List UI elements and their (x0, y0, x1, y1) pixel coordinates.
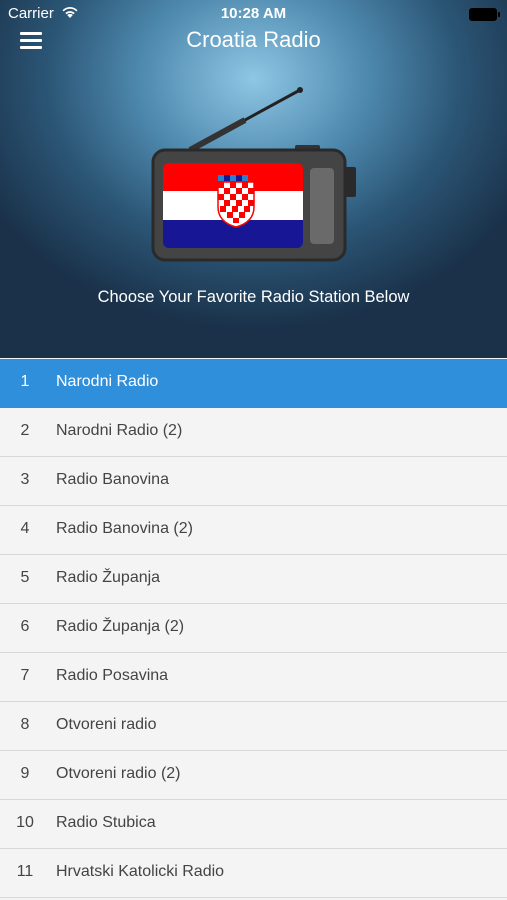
station-row[interactable]: 3 Radio Banovina (0, 457, 507, 506)
station-name: Hrvatski Katolicki Radio (56, 863, 225, 880)
station-name: Otvoreni radio (2) (56, 765, 181, 782)
station-row[interactable]: 1 Narodni Radio (0, 359, 507, 408)
header: Carrier 10:28 AM Croatia Radio Choose Yo… (0, 0, 507, 358)
station-number: 5 (20, 569, 30, 586)
station-name: Otvoreni radio (56, 716, 157, 733)
clock: 10:28 AM (220, 5, 287, 22)
station-name: Radio Stubica (56, 814, 156, 831)
station-row[interactable]: 7 Radio Posavina (0, 653, 507, 702)
battery-icon (469, 8, 500, 21)
station-name: Radio Županja (56, 569, 161, 586)
station-name: Radio Posavina (56, 667, 169, 684)
station-row[interactable]: 2 Narodni Radio (2) (0, 408, 507, 457)
page-title: Croatia Radio (186, 27, 321, 52)
station-row[interactable]: 11 Hrvatski Katolicki Radio (0, 849, 507, 898)
station-number: 6 (20, 618, 30, 635)
station-name: Narodni Radio (56, 373, 159, 390)
status-bar: Carrier 10:28 AM (0, 0, 507, 28)
station-row[interactable]: 4 Radio Banovina (2) (0, 506, 507, 555)
station-number: 3 (20, 471, 30, 488)
station-list: 1 Narodni Radio 2 Narodni Radio (2) 3 Radio B… (0, 359, 507, 898)
station-number: 9 (20, 765, 30, 782)
station-number: 7 (20, 667, 30, 684)
subtitle: Choose Your Favorite Radio Station Below (97, 288, 410, 306)
station-number: 10 (16, 814, 34, 831)
station-row[interactable]: 8 Otvoreni radio (0, 702, 507, 751)
station-number: 1 (20, 373, 30, 390)
station-name: Narodni Radio (2) (56, 422, 183, 439)
station-number: 11 (16, 863, 34, 880)
station-number: 4 (20, 520, 30, 537)
station-number: 2 (20, 422, 30, 439)
station-row[interactable]: 6 Radio Županja (2) (0, 604, 507, 653)
croatia-flag (163, 163, 303, 248)
station-number: 8 (20, 716, 30, 733)
station-row[interactable]: 5 Radio Županja (0, 555, 507, 604)
station-name: Radio Banovina (56, 471, 169, 488)
station-row[interactable]: 10 Radio Stubica (0, 800, 507, 849)
station-name: Radio Banovina (2) (56, 520, 193, 537)
coat-of-arms-icon (217, 175, 255, 228)
station-row[interactable]: 9 Otvoreni radio (2) (0, 751, 507, 800)
radio-illustration (151, 87, 356, 262)
station-name: Radio Županja (2) (56, 618, 185, 635)
